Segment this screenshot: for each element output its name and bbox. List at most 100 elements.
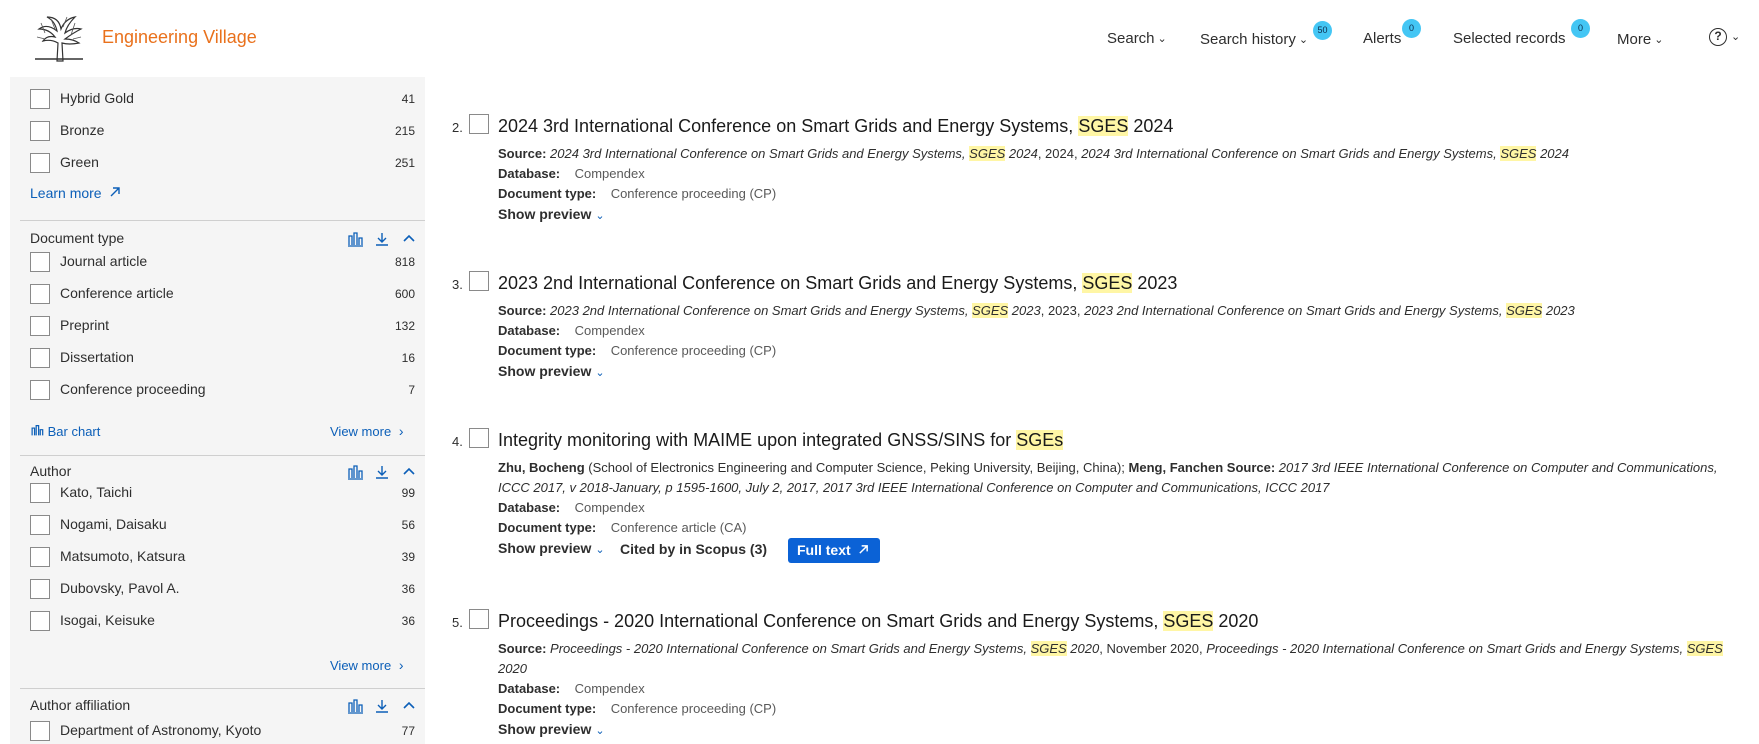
facet-item[interactable]: Department of Astronomy, Kyoto 77 — [20, 719, 415, 743]
author-link[interactable]: Meng, Fanchen — [1129, 460, 1224, 475]
facet-label: Dubovsky, Pavol A. — [60, 580, 180, 596]
facet-checkbox[interactable] — [30, 252, 50, 272]
facet-label: Department of Astronomy, Kyoto — [60, 722, 262, 738]
show-preview-button[interactable]: Show preview ⌄ — [498, 540, 605, 556]
divider — [20, 220, 425, 221]
facet-checkbox[interactable] — [30, 89, 50, 109]
cited-by-scopus-link[interactable]: Cited by in Scopus (3) — [620, 541, 767, 557]
download-icon[interactable] — [374, 231, 390, 247]
result-number: 5. — [452, 615, 463, 630]
highlight: SGES — [1163, 611, 1214, 631]
bar-chart-icon[interactable] — [347, 698, 363, 714]
bar-chart-icon[interactable] — [347, 231, 363, 247]
result-checkbox[interactable] — [469, 428, 489, 448]
highlight: SGES — [1500, 146, 1537, 161]
chevron-down-icon: ⌄ — [595, 210, 605, 222]
result-checkbox[interactable] — [469, 114, 489, 134]
author-link[interactable]: Zhu, Bocheng — [498, 460, 585, 475]
chevron-up-icon[interactable] — [401, 698, 417, 714]
download-icon[interactable] — [374, 464, 390, 480]
facet-checkbox[interactable] — [30, 579, 50, 599]
chevron-down-icon: ⌄ — [595, 544, 605, 556]
top-header: Engineering Village Search ⌄ Search histo… — [0, 0, 1759, 76]
facet-label: Conference article — [60, 285, 174, 301]
doctype-value: Conference proceeding (CP) — [610, 343, 777, 358]
facet-checkbox[interactable] — [30, 316, 50, 336]
facet-checkbox[interactable] — [30, 547, 50, 567]
facet-item[interactable]: Green 251 — [20, 151, 415, 175]
result-checkbox[interactable] — [469, 271, 489, 291]
source-text: 2020 — [1066, 641, 1100, 656]
result-title[interactable]: Proceedings - 2020 International Confere… — [498, 611, 1258, 632]
bar-chart-icon[interactable] — [347, 464, 363, 480]
doctype-label: Document type: — [498, 186, 597, 201]
learn-more-link[interactable]: Learn more — [30, 185, 121, 201]
document-type-view-more[interactable]: View more › — [330, 423, 403, 439]
nav-alerts[interactable]: Alerts — [1363, 30, 1401, 47]
facet-item[interactable]: Matsumoto, Katsura 39 — [20, 545, 415, 569]
facet-checkbox[interactable] — [30, 721, 50, 741]
result-checkbox[interactable] — [469, 609, 489, 629]
nav-search[interactable]: Search ⌄ — [1107, 30, 1167, 47]
elsevier-tree-logo[interactable] — [31, 13, 87, 62]
highlight: SGES — [969, 146, 1006, 161]
bar-chart-link[interactable]: Bar chart — [30, 424, 100, 439]
title-text: 2020 — [1213, 611, 1259, 631]
alerts-badge: 0 — [1402, 19, 1421, 38]
facet-item[interactable]: Journal article 818 — [20, 250, 415, 274]
result-title[interactable]: 2023 2nd International Conference on Sma… — [498, 273, 1177, 294]
facet-count: 41 — [401, 92, 415, 106]
doctype-label: Document type: — [498, 520, 597, 535]
brand-name[interactable]: Engineering Village — [102, 27, 257, 48]
highlight: SGES — [1686, 641, 1723, 656]
facet-checkbox[interactable] — [30, 483, 50, 503]
nav-more[interactable]: More ⌄ — [1617, 31, 1663, 48]
external-link-icon — [858, 545, 868, 554]
nav-search-history[interactable]: Search history ⌄ — [1200, 31, 1308, 48]
search-history-badge: 50 — [1313, 21, 1332, 40]
facet-item[interactable]: Preprint 132 — [20, 314, 415, 338]
facet-label: Dissertation — [60, 349, 134, 365]
author-heading[interactable]: Author — [30, 463, 71, 479]
facet-item[interactable]: Nogami, Daisaku 56 — [20, 513, 415, 537]
facet-item[interactable]: Dubovsky, Pavol A. 36 — [20, 577, 415, 601]
facet-item[interactable]: Isogai, Keisuke 36 — [20, 609, 415, 633]
chevron-up-icon[interactable] — [401, 464, 417, 480]
chevron-down-icon: ⌄ — [1654, 34, 1664, 46]
facet-label: Conference proceeding — [60, 381, 206, 397]
facet-checkbox[interactable] — [30, 515, 50, 535]
facet-item[interactable]: Hybrid Gold 41 — [20, 87, 415, 111]
facet-item[interactable]: Kato, Taichi 99 — [20, 481, 415, 505]
chevron-down-icon[interactable]: ⌄ — [1731, 30, 1740, 43]
result-title[interactable]: Integrity monitoring with MAIME upon int… — [498, 430, 1064, 451]
chevron-up-icon[interactable] — [401, 231, 417, 247]
facet-item[interactable]: Conference proceeding 7 — [20, 378, 415, 402]
show-preview-label: Show preview — [498, 363, 592, 379]
result-doctype: Document type: Conference proceeding (CP… — [498, 184, 776, 204]
nav-selected-records[interactable]: Selected records — [1453, 30, 1566, 47]
document-type-heading[interactable]: Document type — [30, 230, 124, 246]
facet-checkbox[interactable] — [30, 348, 50, 368]
facet-checkbox[interactable] — [30, 380, 50, 400]
view-more-label: View more — [330, 424, 392, 439]
doctype-value: Conference proceeding (CP) — [610, 701, 777, 716]
download-icon[interactable] — [374, 698, 390, 714]
facet-item[interactable]: Dissertation 16 — [20, 346, 415, 370]
result-title[interactable]: 2024 3rd International Conference on Sma… — [498, 116, 1173, 137]
facet-label: Preprint — [60, 317, 110, 333]
author-affiliation-heading[interactable]: Author affiliation — [30, 697, 130, 713]
help-icon[interactable]: ? — [1709, 28, 1727, 46]
show-preview-button[interactable]: Show preview ⌄ — [498, 206, 605, 222]
facet-checkbox[interactable] — [30, 611, 50, 631]
facet-checkbox[interactable] — [30, 121, 50, 141]
facet-item[interactable]: Conference article 600 — [20, 282, 415, 306]
facet-item[interactable]: Bronze 215 — [20, 119, 415, 143]
result-doctype: Document type: Conference proceeding (CP… — [498, 699, 776, 719]
show-preview-button[interactable]: Show preview ⌄ — [498, 363, 605, 379]
author-view-more[interactable]: View more › — [330, 657, 403, 673]
facet-label: Matsumoto, Katsura — [60, 548, 186, 564]
full-text-button[interactable]: Full text — [788, 538, 880, 563]
facet-checkbox[interactable] — [30, 153, 50, 173]
facet-checkbox[interactable] — [30, 284, 50, 304]
show-preview-button[interactable]: Show preview ⌄ — [498, 721, 605, 737]
